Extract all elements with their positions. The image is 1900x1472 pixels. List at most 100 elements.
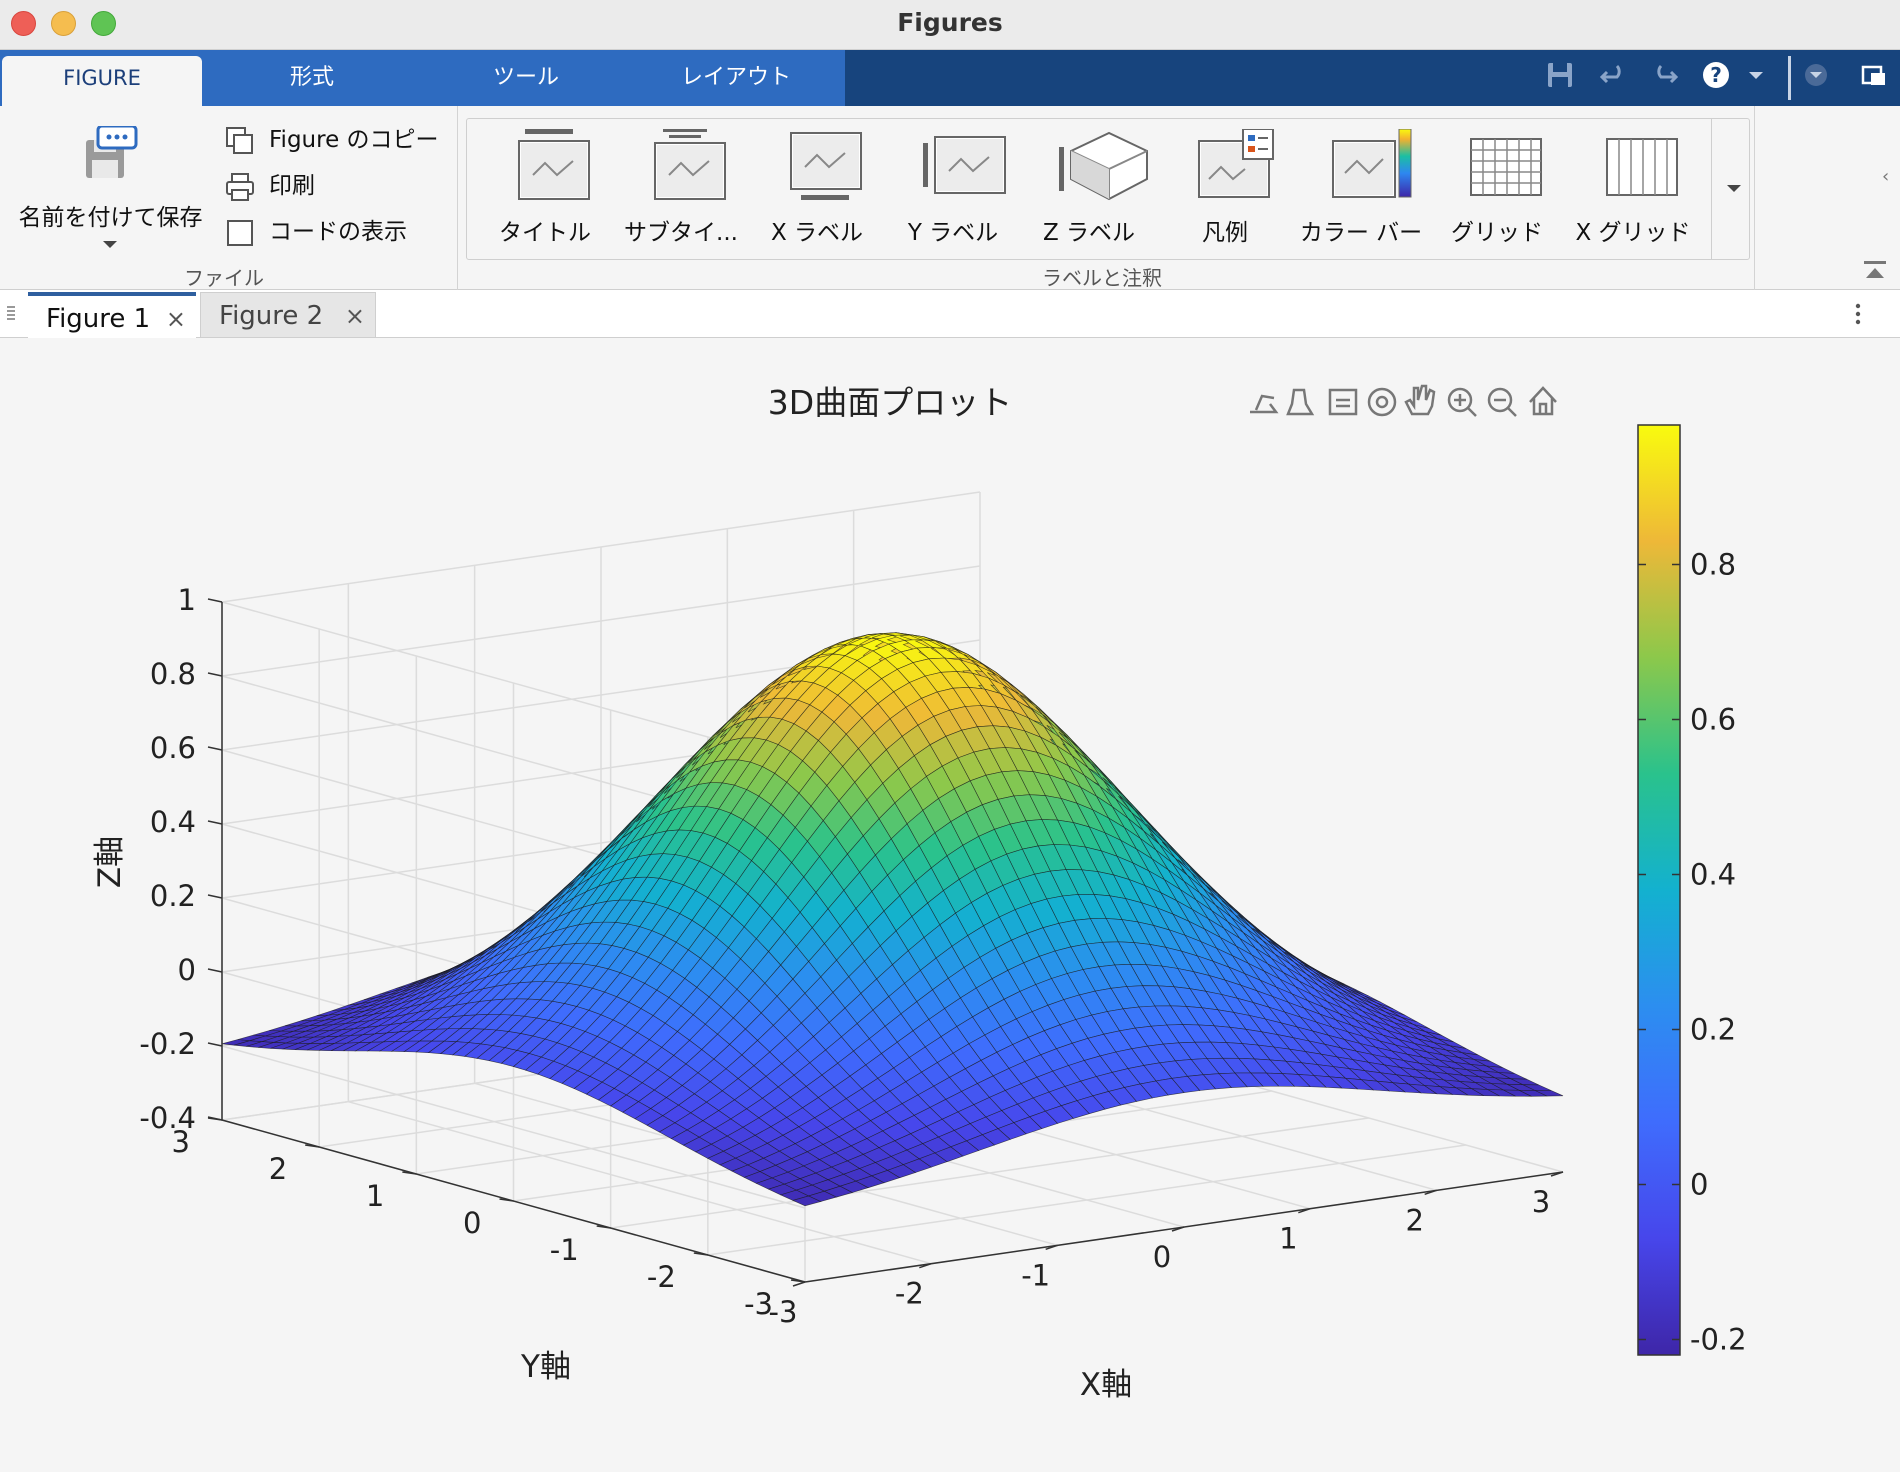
- y-tick-label: -3: [744, 1287, 773, 1321]
- ribbon-separator: [1754, 106, 1755, 290]
- title-bar: Figures: [0, 0, 1900, 50]
- show-code-button[interactable]: コードの表示: [225, 212, 407, 252]
- y-axis-label: Y軸: [520, 1349, 571, 1385]
- datatip-icon[interactable]: [1328, 388, 1358, 416]
- tab-format[interactable]: 形式: [212, 50, 412, 106]
- save-as-dropdown-icon[interactable]: [100, 238, 120, 252]
- collapse-menu-icon[interactable]: [1798, 60, 1834, 96]
- grid-button[interactable]: グリッド: [1429, 119, 1565, 261]
- print-button[interactable]: 印刷: [225, 166, 315, 206]
- help-icon[interactable]: ?: [1698, 60, 1734, 96]
- export-icon[interactable]: [1250, 394, 1279, 414]
- copy-icon: [226, 127, 253, 154]
- subtitle-label: サブタイ...: [624, 220, 738, 246]
- title-icon: [518, 129, 590, 200]
- z-tick: [207, 598, 223, 603]
- surface-mesh: [221, 632, 1564, 1207]
- colorbar-icon: [1332, 129, 1412, 198]
- legend-button[interactable]: 凡例: [1157, 119, 1293, 261]
- zoom-in-icon[interactable]: [1447, 387, 1477, 417]
- print-icon: [226, 173, 254, 201]
- legend-label: 凡例: [1202, 220, 1248, 246]
- gallery-more-button[interactable]: [1711, 118, 1751, 260]
- x-axis-label: X軸: [1080, 1367, 1132, 1403]
- title-label: タイトル: [499, 220, 591, 246]
- grid-icon: [1470, 138, 1542, 196]
- tab-figure-1-label: Figure 1: [46, 304, 151, 334]
- ribbon-scroll-indicator: ‹: [1882, 166, 1890, 187]
- y-tick-label: 0: [463, 1206, 481, 1240]
- ylabel-label: Y ラベル: [907, 220, 999, 246]
- colorbar-tick-label: 0.2: [1690, 1013, 1736, 1047]
- close-tab-icon[interactable]: ×: [166, 296, 186, 342]
- tab-layout[interactable]: レイアウト: [636, 50, 836, 106]
- print-label: 印刷: [269, 173, 315, 199]
- zoom-out-icon[interactable]: [1487, 387, 1517, 417]
- more-options-icon[interactable]: [1850, 300, 1866, 328]
- colorbar-button[interactable]: カラー バー: [1293, 119, 1429, 261]
- save-as-icon: [86, 126, 138, 178]
- show-code-label: コードの表示: [269, 219, 407, 245]
- labels-group-label: ラベルと注釈: [1042, 266, 1162, 290]
- z-tick-label: 0: [178, 953, 196, 987]
- file-group: 名前を付けて保存 Figure のコピー 印刷 コードの表示 ファイル: [0, 106, 458, 290]
- subtitle-button[interactable]: サブタイ...: [613, 119, 749, 261]
- redo-icon[interactable]: [1646, 60, 1682, 96]
- save-as-label: 名前を付けて保存: [18, 205, 203, 231]
- colorbar-tick-label: 0.6: [1690, 703, 1736, 737]
- z-tick-label: -0.4: [139, 1101, 196, 1135]
- y-tick-label: -2: [647, 1260, 676, 1294]
- z-tick-label: -0.2: [139, 1027, 196, 1061]
- y-tick: [693, 1252, 708, 1256]
- colorbar-label: カラー バー: [1299, 220, 1423, 246]
- colorbar-tick-label: 0.8: [1690, 548, 1736, 582]
- figures-window: Figures FIGURE 形式 ツール レイアウト ? 名前を付けて保存 F…: [0, 0, 1900, 1472]
- ylabel-button[interactable]: Y ラベル: [885, 119, 1021, 261]
- surface-plot[interactable]: -3-2-101233210-1-2-310.80.60.40.20-0.2-0…: [0, 338, 1900, 1472]
- z-tick: [207, 820, 223, 825]
- ribbon: 名前を付けて保存 Figure のコピー 印刷 コードの表示 ファイル タイトル: [0, 106, 1900, 290]
- z-tick-label: 0.8: [150, 657, 196, 691]
- z-tick-label: 0.4: [150, 805, 196, 839]
- xgrid-button[interactable]: X グリッド: [1565, 119, 1701, 261]
- undock-icon[interactable]: [1856, 60, 1892, 96]
- y-tick: [596, 1225, 611, 1229]
- drag-handle-icon[interactable]: [6, 302, 16, 324]
- rotate-3d-icon[interactable]: [1367, 387, 1397, 417]
- labels-gallery: タイトル サブタイ... X ラベル Y ラベル Z ラベル 凡例 カラー バー…: [466, 118, 1750, 260]
- window-title: Figures: [897, 8, 1003, 37]
- xlabel-button[interactable]: X ラベル: [749, 119, 885, 261]
- figure-canvas: -3 -2 -1 0 1 2 3 3 2 1 0 -1 -2 -3 1 0.8 0.6 0.4 0.2 0 -0.2 -0…: [0, 338, 1900, 1472]
- xlabel-label: X ラベル: [770, 220, 864, 246]
- pan-icon[interactable]: [1404, 384, 1436, 416]
- subtitle-icon: [654, 129, 726, 200]
- collapse-ribbon-icon[interactable]: [1862, 258, 1888, 284]
- x-tick-label: 0: [1153, 1240, 1171, 1274]
- x-tick-label: -2: [895, 1277, 924, 1311]
- tab-figure-2[interactable]: Figure 2 ×: [200, 292, 376, 338]
- colorbar-tick-label: -0.2: [1690, 1323, 1747, 1357]
- checkbox-icon: [227, 220, 253, 246]
- z-tick: [207, 968, 223, 973]
- tab-figure-1[interactable]: Figure 1 ×: [28, 292, 196, 338]
- home-icon[interactable]: [1529, 386, 1557, 416]
- y-tick-label: 2: [269, 1152, 287, 1186]
- brush-icon[interactable]: [1286, 388, 1315, 416]
- y-tick: [790, 1279, 806, 1283]
- file-group-label: ファイル: [184, 266, 264, 290]
- zlabel-button[interactable]: Z ラベル: [1021, 119, 1157, 261]
- tab-tools[interactable]: ツール: [426, 50, 626, 106]
- tab-figure[interactable]: FIGURE: [2, 56, 202, 106]
- title-button[interactable]: タイトル: [477, 119, 613, 261]
- legend-icon: [1198, 129, 1274, 198]
- save-icon[interactable]: [1542, 60, 1578, 96]
- undo-icon[interactable]: [1596, 60, 1632, 96]
- chevron-down-icon: [1727, 185, 1741, 192]
- save-as-button[interactable]: 名前を付けて保存: [8, 120, 213, 260]
- copy-figure-button[interactable]: Figure のコピー: [225, 120, 439, 160]
- colorbar-tick-label: 0.4: [1690, 858, 1736, 892]
- zlabel-icon: [1059, 131, 1148, 201]
- close-tab-icon[interactable]: ×: [345, 293, 365, 339]
- z-axis-label: Z軸: [92, 836, 128, 888]
- help-dropdown-icon[interactable]: [1738, 60, 1774, 96]
